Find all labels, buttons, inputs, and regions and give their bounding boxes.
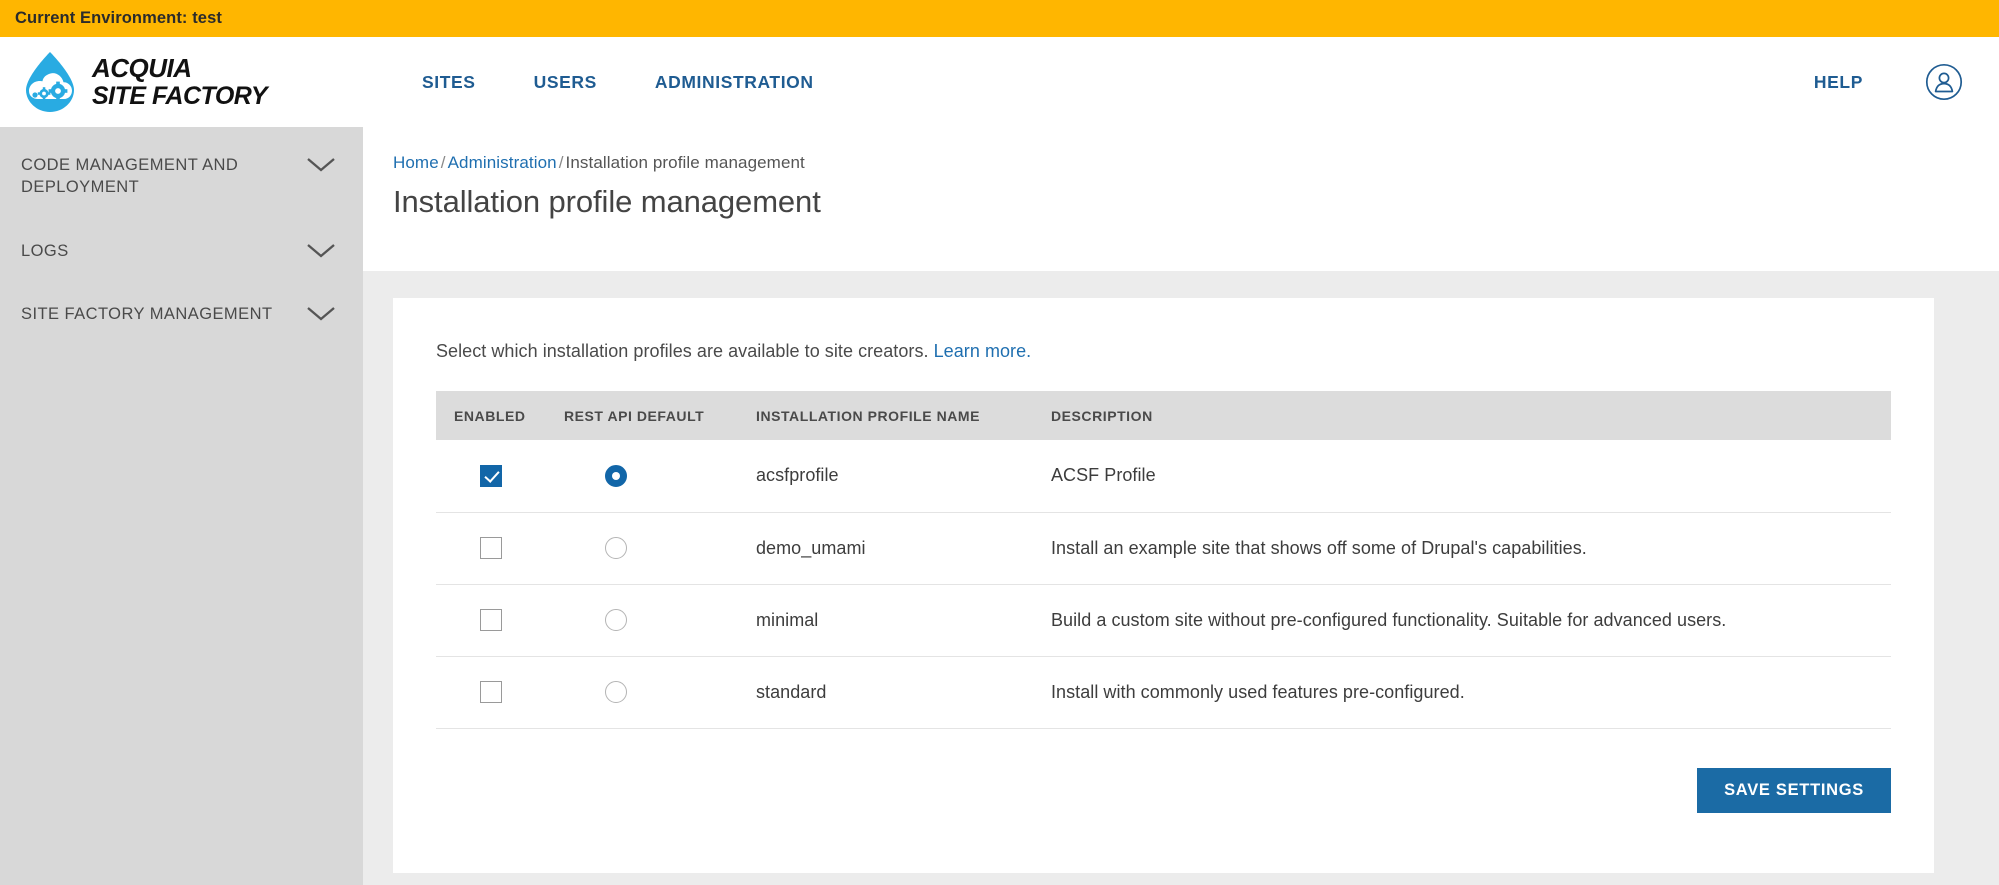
rest-api-default-radio[interactable] xyxy=(605,609,627,632)
enabled-checkbox[interactable] xyxy=(480,537,502,560)
column-header-enabled: ENABLED xyxy=(436,391,564,440)
cell-rest-api-default xyxy=(564,584,756,657)
rest-api-default-radio[interactable] xyxy=(605,681,627,704)
sidebar-item-label: CODE MANAGEMENT AND DEPLOYMENT xyxy=(21,156,239,197)
table-row: standard Install with commonly used feat… xyxy=(436,656,1891,729)
environment-banner-text: Current Environment: test xyxy=(15,9,222,27)
table-row: demo_umami Install an example site that … xyxy=(436,512,1891,585)
save-settings-button[interactable]: SAVE SETTINGS xyxy=(1697,767,1891,813)
nav-item-users[interactable]: USERS xyxy=(534,72,597,93)
intro-sentence: Select which installation profiles are a… xyxy=(436,341,929,361)
cell-profile-name: standard xyxy=(756,656,1051,729)
header-right-actions: HELP xyxy=(1814,37,1963,127)
table-row: minimal Build a custom site without pre-… xyxy=(436,584,1891,657)
breadcrumb-separator: / xyxy=(558,153,564,172)
card-area: Select which installation profiles are a… xyxy=(363,271,1999,873)
brand-logo[interactable]: ACQUIA SITE FACTORY xyxy=(0,51,363,113)
site-header: ACQUIA SITE FACTORY SITES USERS ADMINIST… xyxy=(0,37,1999,127)
cell-rest-api-default xyxy=(564,512,756,585)
chevron-down-icon xyxy=(307,306,335,321)
page-title: Installation profile management xyxy=(393,184,821,219)
main-content: Home / Administration / Installation profile… xyxy=(363,127,1999,885)
cell-enabled xyxy=(436,512,564,585)
table-head: ENABLED REST API DEFAULT INSTALLATION PR… xyxy=(436,391,1891,440)
rest-api-default-radio[interactable] xyxy=(605,537,627,560)
nav-item-administration[interactable]: ADMINISTRATION xyxy=(655,72,814,93)
chevron-down-icon xyxy=(307,243,335,258)
profiles-card: Select which installation profiles are a… xyxy=(393,298,1934,873)
cell-profile-name: minimal xyxy=(756,584,1051,657)
acquia-droplet-cloud-gears-icon xyxy=(26,52,74,112)
cell-rest-api-default xyxy=(564,656,756,729)
card-actions: SAVE SETTINGS xyxy=(436,729,1891,813)
cell-rest-api-default xyxy=(564,440,756,513)
sidebar: CODE MANAGEMENT AND DEPLOYMENT LOGS SITE… xyxy=(0,127,363,885)
enabled-checkbox[interactable] xyxy=(480,609,502,632)
sidebar-item-label: LOGS xyxy=(21,241,69,260)
installation-profiles-table: ENABLED REST API DEFAULT INSTALLATION PR… xyxy=(436,391,1891,729)
cell-enabled xyxy=(436,584,564,657)
sidebar-item-code-management-and-deployment[interactable]: CODE MANAGEMENT AND DEPLOYMENT xyxy=(0,134,363,220)
breadcrumb-link-administration[interactable]: Administration xyxy=(448,153,557,172)
page-header: Home / Administration / Installation profile… xyxy=(363,127,1999,271)
column-header-description: DESCRIPTION xyxy=(1051,391,1891,440)
column-header-installation-profile-name: INSTALLATION PROFILE NAME xyxy=(756,391,1051,440)
table-header-row: ENABLED REST API DEFAULT INSTALLATION PR… xyxy=(436,391,1891,440)
cell-enabled xyxy=(436,656,564,729)
environment-banner: Current Environment: test xyxy=(0,0,1999,37)
cell-description: ACSF Profile xyxy=(1051,440,1891,513)
user-avatar-icon[interactable] xyxy=(1925,63,1963,101)
sidebar-item-site-factory-management[interactable]: SITE FACTORY MANAGEMENT xyxy=(0,283,363,346)
cell-description: Install an example site that shows off s… xyxy=(1051,512,1891,585)
breadcrumb: Home / Administration / Installation profile… xyxy=(393,153,1999,173)
learn-more-link[interactable]: Learn more. xyxy=(934,341,1032,361)
column-header-rest-api-default: REST API DEFAULT xyxy=(564,391,756,440)
nav-item-sites[interactable]: SITES xyxy=(422,72,476,93)
enabled-checkbox[interactable] xyxy=(480,681,502,704)
brand-line-2: SITE FACTORY xyxy=(92,82,268,110)
chevron-down-icon xyxy=(307,158,335,172)
sidebar-item-logs[interactable]: LOGS xyxy=(0,220,363,283)
cell-description: Install with commonly used features pre-… xyxy=(1051,656,1891,729)
breadcrumb-separator: / xyxy=(440,153,446,172)
help-link[interactable]: HELP xyxy=(1814,72,1863,93)
table-body: acsfprofile ACSF Profile demo_umami Inst… xyxy=(436,440,1891,729)
brand-wordmark: ACQUIA SITE FACTORY xyxy=(92,53,268,110)
brand-line-1: ACQUIA xyxy=(92,53,192,83)
cell-profile-name: acsfprofile xyxy=(756,440,1051,513)
enabled-checkbox[interactable] xyxy=(480,464,502,487)
cell-description: Build a custom site without pre-configur… xyxy=(1051,584,1891,657)
intro-text: Select which installation profiles are a… xyxy=(436,341,1891,362)
rest-api-default-radio[interactable] xyxy=(605,464,627,487)
page-body: CODE MANAGEMENT AND DEPLOYMENT LOGS SITE… xyxy=(0,127,1999,885)
breadcrumb-current: Installation profile management xyxy=(565,153,805,172)
breadcrumb-link-home[interactable]: Home xyxy=(393,153,439,172)
cell-profile-name: demo_umami xyxy=(756,512,1051,585)
main-navigation: SITES USERS ADMINISTRATION xyxy=(422,72,814,93)
sidebar-item-label: SITE FACTORY MANAGEMENT xyxy=(21,304,273,323)
cell-enabled xyxy=(436,440,564,513)
table-row: acsfprofile ACSF Profile xyxy=(436,440,1891,513)
